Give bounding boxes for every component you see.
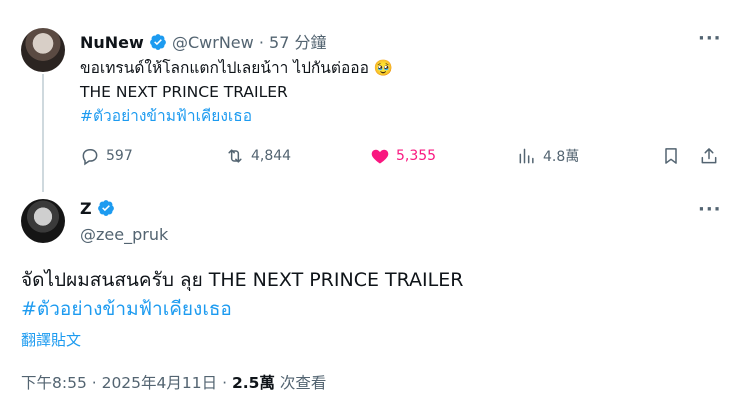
tweet2-author-name[interactable]: Z: [80, 199, 92, 218]
thread-connector-line: [42, 74, 44, 192]
tweet2-text: จัดไปผมสนสนครับ ลุย THE NEXT PRINCE TRAI…: [21, 269, 464, 291]
like-count: 5,355: [396, 148, 437, 164]
tweet1-handle[interactable]: @CwrNew: [172, 33, 254, 52]
views-count: 4.8萬: [543, 149, 580, 165]
views-button[interactable]: 4.8萬: [517, 146, 579, 166]
tweet1-hashtag[interactable]: #ตัวอย่างข้ามฟ้าเคียงเธอ: [80, 104, 252, 128]
heart-icon: [371, 149, 389, 164]
verified-badge-icon: [97, 200, 114, 216]
bookmark-icon: [665, 148, 677, 164]
separator-dot: ·: [258, 33, 264, 52]
translate-post-link[interactable]: 翻譯貼文: [21, 329, 81, 350]
share-button[interactable]: [699, 146, 719, 166]
like-button[interactable]: 5,355: [370, 146, 436, 166]
tweet1-text-line2: THE NEXT PRINCE TRAILER: [80, 83, 288, 101]
retweet-button[interactable]: 4,844: [225, 146, 291, 166]
verified-badge-icon: [150, 34, 166, 50]
tweet2-author-row: Z: [80, 199, 115, 218]
reply-count: 597: [106, 148, 133, 164]
bookmark-button[interactable]: [661, 146, 681, 166]
tweet2-views-label: 次查看: [279, 374, 327, 392]
retweet-icon: [228, 149, 242, 163]
reply-icon: [82, 149, 98, 166]
tweet1-header: NuNew @CwrNew · 57 分鐘: [80, 29, 326, 53]
views-icon: [519, 148, 534, 164]
tweet2-hashtag[interactable]: #ตัวอย่างข้ามฟ้าเคียงเธอ: [21, 294, 232, 324]
avatar-nunew[interactable]: [21, 28, 65, 72]
retweet-count: 4,844: [251, 148, 292, 164]
separator-dot: ·: [222, 374, 227, 392]
tweet1-time[interactable]: 57 分鐘: [269, 33, 326, 52]
tweet1-author-name[interactable]: NuNew: [80, 33, 144, 52]
tweet2-meta: 下午8:55 · 2025年4月11日 · 2.5萬 次查看: [21, 371, 326, 393]
share-icon: [701, 148, 717, 164]
tweet1-text-line1: ขอเทรนด์ให้โลกแตกไปเลยน้าา ไปกันต่อออ 🥹: [80, 59, 394, 77]
more-icon[interactable]: ···: [698, 199, 722, 220]
tweet2-handle[interactable]: @zee_pruk: [80, 225, 168, 244]
tweet2-views-count: 2.5萬: [231, 374, 275, 392]
reply-button[interactable]: 597: [80, 146, 133, 166]
more-icon[interactable]: ···: [698, 28, 722, 49]
tweet2-timestamp[interactable]: 下午8:55 · 2025年4月11日: [21, 374, 217, 392]
avatar-zee[interactable]: [21, 199, 65, 243]
